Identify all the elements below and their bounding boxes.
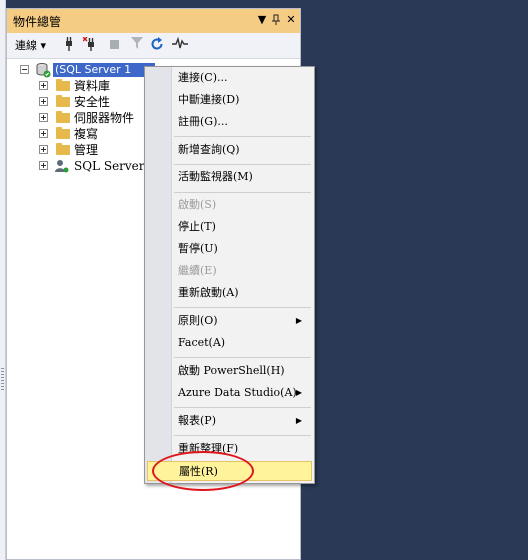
menu-item-label: 新增查詢(Q) xyxy=(178,143,240,156)
menu-item-properties[interactable]: 屬性(R) xyxy=(147,461,312,481)
folder-icon xyxy=(56,111,70,123)
menu-item-label: 停止(T) xyxy=(178,220,216,233)
submenu-arrow-icon: ▶ xyxy=(295,316,302,325)
connect-plug-icon[interactable] xyxy=(61,37,77,54)
expand-icon[interactable] xyxy=(39,129,48,138)
panel-title-bar: 物件總管 ▼ ✕ xyxy=(7,9,300,33)
server-context-menu: 連接(C)... 中斷連接(D) 註冊(G)... 新增查詢(Q) 活動監視器(… xyxy=(144,66,315,484)
tree-node-label: 安全性 xyxy=(74,95,111,109)
menu-item-label: 重新整理(F) xyxy=(178,442,239,455)
server-node-label: (SQL Server 1 xyxy=(53,63,155,77)
folder-icon xyxy=(56,127,70,139)
menu-item-azure-data-studio[interactable]: Azure Data Studio(A) ▶ xyxy=(147,383,312,403)
submenu-arrow-icon: ▶ xyxy=(295,416,302,425)
close-icon[interactable]: ✕ xyxy=(284,12,298,28)
disconnect-plug-icon[interactable] xyxy=(81,36,99,54)
stop-icon[interactable] xyxy=(107,37,121,54)
connect-dropdown-button[interactable]: 連線 ▾ xyxy=(15,37,59,54)
menu-separator xyxy=(174,407,311,408)
expand-icon[interactable] xyxy=(39,97,48,106)
menu-separator xyxy=(174,307,311,308)
menu-item-start-powershell[interactable]: 啟動 PowerShell(H) xyxy=(147,361,312,381)
menu-item-register[interactable]: 註冊(G)... xyxy=(147,112,312,132)
menu-item-label: 註冊(G)... xyxy=(178,115,228,128)
submenu-arrow-icon: ▶ xyxy=(295,388,302,397)
menu-item-label: 報表(P) xyxy=(178,414,216,427)
window-position-dropdown-icon[interactable]: ▼ xyxy=(255,12,269,28)
menu-item-start: 啟動(S) xyxy=(147,195,312,215)
auto-hide-pin-icon[interactable] xyxy=(269,12,283,28)
expand-icon[interactable] xyxy=(39,145,48,154)
expand-icon[interactable] xyxy=(39,161,48,170)
menu-item-stop[interactable]: 停止(T) xyxy=(147,217,312,237)
menu-item-label: Azure Data Studio(A) xyxy=(178,386,297,399)
filter-icon[interactable] xyxy=(129,37,145,54)
menu-item-disconnect[interactable]: 中斷連接(D) xyxy=(147,90,312,110)
menu-item-policies[interactable]: 原則(O) ▶ xyxy=(147,311,312,331)
menu-item-connect[interactable]: 連接(C)... xyxy=(147,68,312,88)
expand-icon[interactable] xyxy=(39,113,48,122)
connect-label: 連線 xyxy=(15,39,37,52)
tree-node-label: 伺服器物件 xyxy=(74,111,135,125)
menu-item-label: 活動監視器(M) xyxy=(178,170,253,183)
menu-item-label: 屬性(R) xyxy=(179,465,218,478)
collapse-icon[interactable] xyxy=(20,65,29,74)
menu-item-new-query[interactable]: 新增查詢(Q) xyxy=(147,140,312,160)
menu-item-pause[interactable]: 暫停(U) xyxy=(147,239,312,259)
folder-icon xyxy=(56,143,70,155)
menu-item-reports[interactable]: 報表(P) ▶ xyxy=(147,411,312,431)
folder-icon xyxy=(56,79,70,91)
menu-item-label: 原則(O) xyxy=(178,314,218,327)
agent-icon xyxy=(55,159,69,177)
chevron-down-icon: ▾ xyxy=(40,39,47,52)
menu-item-label: 繼續(E) xyxy=(178,264,217,277)
activity-monitor-icon[interactable] xyxy=(171,36,189,54)
menu-item-facets[interactable]: Facet(A) xyxy=(147,333,312,353)
dock-grip[interactable] xyxy=(1,368,4,390)
menu-item-label: 啟動 PowerShell(H) xyxy=(178,364,285,377)
panel-title: 物件總管 xyxy=(13,15,62,29)
menu-item-label: 暫停(U) xyxy=(178,242,218,255)
menu-item-refresh[interactable]: 重新整理(F) xyxy=(147,439,312,459)
menu-separator xyxy=(174,164,311,165)
object-explorer-toolbar: 連線 ▾ xyxy=(7,33,300,59)
menu-item-activity-monitor[interactable]: 活動監視器(M) xyxy=(147,167,312,187)
menu-separator xyxy=(174,435,311,436)
expand-icon[interactable] xyxy=(39,81,48,90)
menu-separator xyxy=(174,192,311,193)
refresh-icon[interactable] xyxy=(149,37,165,54)
menu-item-resume: 繼續(E) xyxy=(147,261,312,281)
menu-item-label: Facet(A) xyxy=(178,336,226,349)
menu-item-label: 連接(C)... xyxy=(178,71,228,84)
menu-item-label: 重新啟動(A) xyxy=(178,286,239,299)
tree-node-label: 資料庫 xyxy=(74,79,111,93)
menu-item-restart[interactable]: 重新啟動(A) xyxy=(147,283,312,303)
menu-item-label: 中斷連接(D) xyxy=(178,93,240,106)
menu-separator xyxy=(174,136,311,137)
tree-node-label: 複寫 xyxy=(74,127,99,141)
tree-node-label: 管理 xyxy=(74,143,99,157)
menu-separator xyxy=(174,357,311,358)
folder-icon xyxy=(56,95,70,107)
menu-item-label: 啟動(S) xyxy=(178,198,217,211)
